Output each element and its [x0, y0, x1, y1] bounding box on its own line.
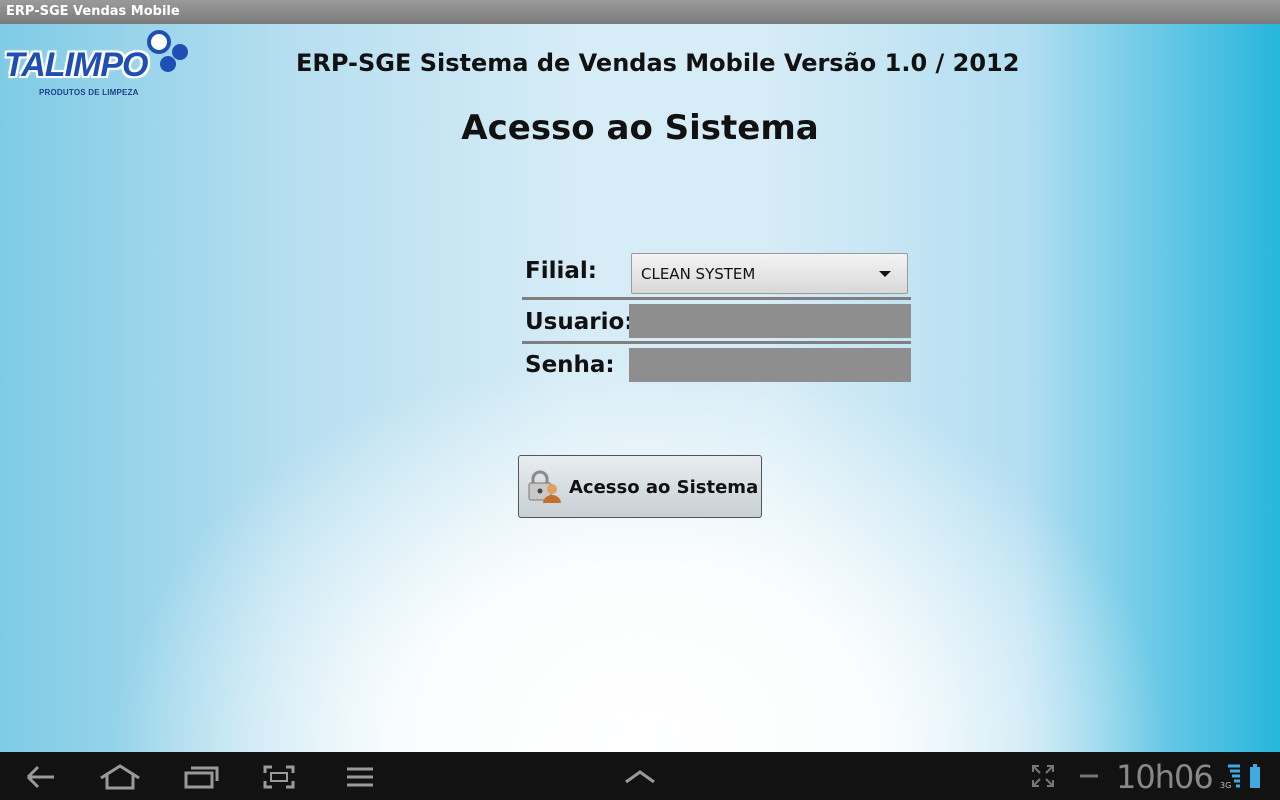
dropdown-arrow-icon: [879, 271, 891, 277]
talimpo-logo: TALIMPO PRODUTOS DE LIMPEZA: [4, 30, 194, 102]
window-title: ERP-SGE Vendas Mobile: [6, 4, 180, 19]
screenshot-icon[interactable]: [262, 764, 296, 790]
recent-apps-icon[interactable]: [183, 764, 219, 790]
senha-input[interactable]: [629, 348, 911, 382]
divider: [522, 341, 911, 344]
logo-text: TALIMPO: [4, 46, 148, 84]
app-title: ERP-SGE Sistema de Vendas Mobile Versão …: [296, 49, 1020, 77]
window-title-bar: ERP-SGE Vendas Mobile: [0, 0, 1280, 24]
minus-icon: [1080, 774, 1098, 778]
home-icon[interactable]: [98, 764, 142, 790]
lock-user-icon: [528, 470, 561, 503]
back-icon[interactable]: [24, 764, 56, 790]
usuario-input[interactable]: [629, 304, 911, 338]
menu-icon[interactable]: [345, 764, 375, 790]
logo-tagline: PRODUTOS DE LIMPEZA: [39, 88, 139, 97]
login-button-label: Acesso ao Sistema: [569, 477, 759, 498]
senha-label: Senha:: [525, 352, 615, 378]
bubbles-icon: [147, 30, 188, 72]
network-type: 3G: [1220, 781, 1231, 790]
filial-label: Filial:: [525, 258, 597, 284]
signal-3g-icon: 3G: [1220, 764, 1240, 790]
filial-select[interactable]: CLEAN SYSTEM: [631, 253, 908, 294]
clock[interactable]: 10h06: [1116, 758, 1214, 796]
login-button[interactable]: Acesso ao Sistema: [518, 455, 762, 518]
page-title: Acesso ao Sistema: [461, 108, 819, 148]
battery-icon: [1250, 764, 1260, 788]
usuario-label: Usuario:: [525, 309, 634, 335]
system-navigation-bar: 10h06 3G: [0, 752, 1280, 800]
up-chevron-icon[interactable]: [624, 764, 656, 790]
fullscreen-icon[interactable]: [1031, 764, 1055, 788]
divider: [522, 297, 911, 300]
filial-selected-value: CLEAN SYSTEM: [641, 265, 756, 283]
